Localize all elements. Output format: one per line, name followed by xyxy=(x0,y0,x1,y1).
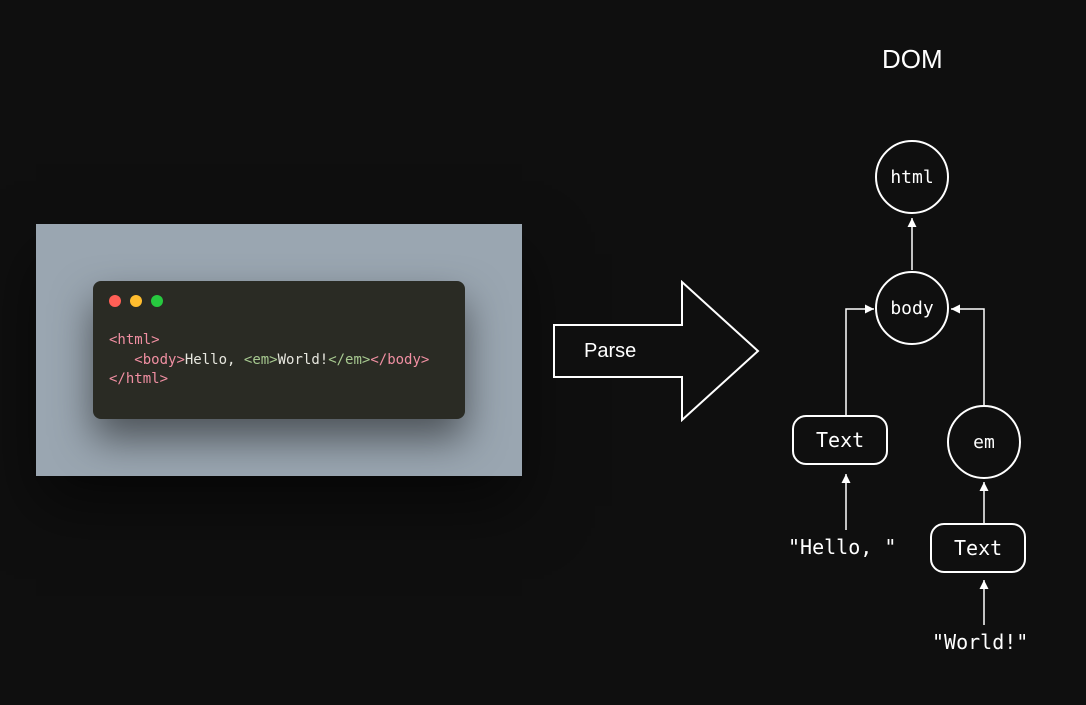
code-block: <html> <body>Hello, <em>World!</em></bod… xyxy=(109,331,449,390)
dom-tree: html body Text em "Hello, " Text "World!… xyxy=(770,130,1070,690)
body-open-tag: <body> xyxy=(134,352,185,368)
text-hello: Hello, xyxy=(185,352,244,368)
node-html: html xyxy=(875,140,949,214)
dom-title: DOM xyxy=(882,44,943,75)
node-label: body xyxy=(890,298,933,319)
indent xyxy=(109,352,134,368)
html-open-tag: <html> xyxy=(109,332,160,348)
minimize-icon xyxy=(130,295,142,307)
code-window: <html> <body>Hello, <em>World!</em></bod… xyxy=(93,281,465,419)
parse-label: Parse xyxy=(584,340,636,363)
node-text-1: Text xyxy=(792,415,888,465)
html-close-tag: </html> xyxy=(109,371,168,387)
node-hello-value: "Hello, " xyxy=(788,535,896,559)
node-world-value: "World!" xyxy=(932,630,1028,654)
close-icon xyxy=(109,295,121,307)
node-em: em xyxy=(947,405,1021,479)
em-close-tag: </em> xyxy=(328,352,370,368)
em-open-tag: <em> xyxy=(244,352,278,368)
node-label: Text xyxy=(954,536,1002,560)
node-label: em xyxy=(973,432,995,453)
text-world: World! xyxy=(278,352,329,368)
node-label: Text xyxy=(816,428,864,452)
window-traffic-lights xyxy=(109,295,449,307)
node-text-2: Text xyxy=(930,523,1026,573)
node-label: html xyxy=(890,167,933,188)
body-close-tag: </body> xyxy=(370,352,429,368)
node-body: body xyxy=(875,271,949,345)
zoom-icon xyxy=(151,295,163,307)
tree-edges xyxy=(770,130,1070,690)
code-panel-background: <html> <body>Hello, <em>World!</em></bod… xyxy=(36,224,522,476)
